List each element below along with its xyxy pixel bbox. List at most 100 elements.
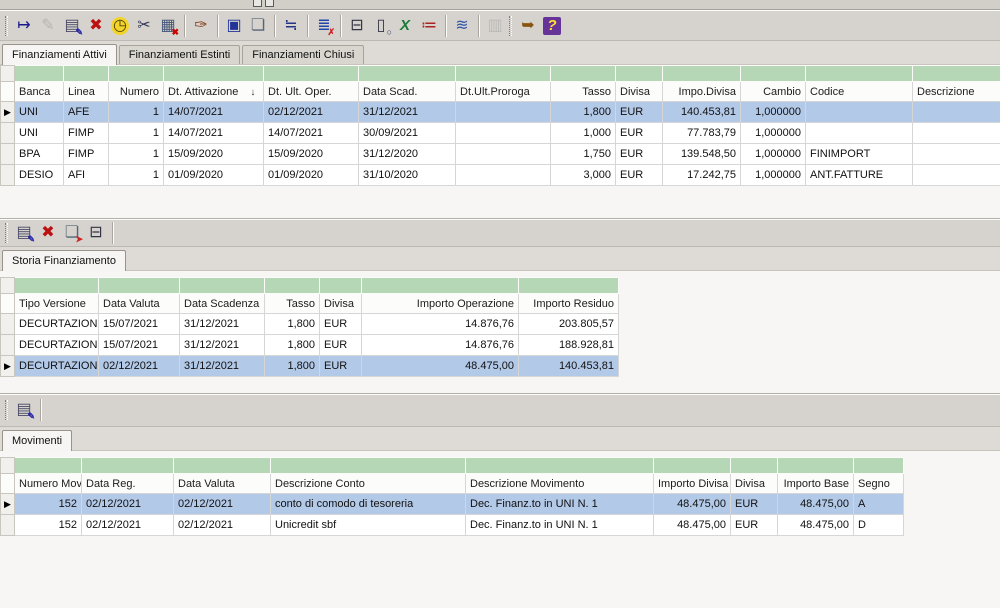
cell[interactable]: EUR (731, 515, 778, 536)
cell[interactable]: 3,000 (551, 165, 616, 186)
cell[interactable]: 01/09/2020 (264, 165, 359, 186)
grid-row[interactable]: BPAFIMP115/09/202015/09/202031/12/20201,… (1, 144, 1000, 165)
column-header[interactable]: Data Valuta (174, 474, 271, 494)
cell[interactable]: 77.783,79 (663, 123, 741, 144)
cell[interactable] (456, 123, 551, 144)
cell[interactable]: 1,000000 (741, 102, 806, 123)
print-icon[interactable]: ⊟ (345, 14, 369, 38)
row-selector[interactable] (1, 335, 15, 356)
cell[interactable]: 31/12/2021 (180, 356, 265, 377)
tab-finanziamenti-estinti[interactable]: Finanziamenti Estinti (119, 45, 241, 64)
grid-row[interactable]: DECURTAZIONE15/07/202131/12/20211,800EUR… (1, 314, 619, 335)
delete-record-icon[interactable]: ✖ (36, 221, 60, 245)
history-clock-icon[interactable]: ◷ (108, 14, 132, 38)
exit-door-icon[interactable]: ➥ (516, 14, 540, 38)
column-header[interactable]: Tasso (265, 294, 320, 314)
cell[interactable]: ANT.FATTURE (806, 165, 913, 186)
column-header[interactable]: Linea (64, 82, 109, 102)
column-header[interactable]: Divisa (731, 474, 778, 494)
cell[interactable]: 1 (109, 123, 164, 144)
column-header[interactable]: Divisa (616, 82, 663, 102)
column-header[interactable]: Dt. Attivazione↓ (164, 82, 264, 102)
cell[interactable]: EUR (616, 165, 663, 186)
row-selector[interactable]: ▶ (1, 494, 15, 515)
cell[interactable]: 1 (109, 144, 164, 165)
cell[interactable]: 139.548,50 (663, 144, 741, 165)
column-header[interactable]: Banca (15, 82, 64, 102)
grid-row[interactable]: UNIFIMP114/07/202114/07/202130/09/20211,… (1, 123, 1000, 144)
cell[interactable]: 1,800 (551, 102, 616, 123)
cell[interactable]: 15/07/2021 (99, 335, 180, 356)
cell[interactable]: EUR (731, 494, 778, 515)
cell[interactable]: 1,800 (265, 356, 320, 377)
cell[interactable]: 48.475,00 (778, 494, 854, 515)
cell[interactable]: 48.475,00 (654, 494, 731, 515)
cell[interactable]: 31/12/2021 (180, 314, 265, 335)
grid-row[interactable]: 15202/12/202102/12/2021Unicredit sbfDec.… (1, 515, 904, 536)
tab-movimenti[interactable]: Movimenti (2, 430, 72, 451)
cell[interactable]: 1,000000 (741, 165, 806, 186)
column-header[interactable]: Data Scadenza (180, 294, 265, 314)
column-header[interactable]: Importo Operazione (362, 294, 519, 314)
column-header[interactable]: Importo Divisa (654, 474, 731, 494)
column-header[interactable]: Divisa (320, 294, 362, 314)
cell[interactable]: 1,000 (551, 123, 616, 144)
cell[interactable]: 48.475,00 (362, 356, 519, 377)
column-header[interactable]: Descrizione Conto (271, 474, 466, 494)
cell[interactable]: 14.876,76 (362, 335, 519, 356)
cell[interactable]: 14.876,76 (362, 314, 519, 335)
column-header[interactable]: Dt. Ult. Oper. (264, 82, 359, 102)
cell[interactable]: 1 (109, 102, 164, 123)
cell[interactable]: EUR (616, 123, 663, 144)
cell[interactable]: D (854, 515, 904, 536)
cell[interactable]: EUR (320, 335, 362, 356)
cell[interactable]: EUR (616, 144, 663, 165)
grid-row[interactable]: ▶15202/12/202102/12/2021conto di comodo … (1, 494, 904, 515)
copy-icon[interactable]: ❏ (246, 14, 270, 38)
cell[interactable]: 15/07/2021 (99, 314, 180, 335)
cell[interactable]: EUR (616, 102, 663, 123)
delete-record-icon[interactable]: ✖ (84, 14, 108, 38)
print-icon[interactable]: ⊟ (84, 221, 108, 245)
column-header[interactable]: Importo Base (778, 474, 854, 494)
cell[interactable]: 48.475,00 (778, 515, 854, 536)
compare-icon[interactable]: ≒ (279, 14, 303, 38)
column-header[interactable]: Segno (854, 474, 904, 494)
cell[interactable]: UNI (15, 102, 64, 123)
column-header[interactable]: Data Reg. (82, 474, 174, 494)
cell[interactable] (806, 102, 913, 123)
restore-icon[interactable] (253, 0, 262, 7)
cell[interactable]: UNI (15, 123, 64, 144)
cell[interactable]: 14/07/2021 (164, 102, 264, 123)
tab-storia-finanziamento[interactable]: Storia Finanziamento (2, 250, 126, 271)
grid-row[interactable]: DECURTAZIONE15/07/202131/12/20211,800EUR… (1, 335, 619, 356)
cell[interactable]: 1,750 (551, 144, 616, 165)
column-header[interactable]: Tipo Versione (15, 294, 99, 314)
delete-grid-icon[interactable]: ▦✖ (156, 14, 180, 38)
grid-row[interactable]: ▶DECURTAZIONE02/12/202131/12/20211,800EU… (1, 356, 619, 377)
cell[interactable] (913, 123, 1000, 144)
column-header[interactable]: Descrizione Movimento (466, 474, 654, 494)
cell[interactable]: 31/12/2020 (359, 144, 456, 165)
row-selector[interactable] (1, 144, 15, 165)
column-header[interactable]: Tasso (551, 82, 616, 102)
row-selector[interactable]: ▶ (1, 356, 15, 377)
multiline-check-icon[interactable]: ≣✗ (312, 14, 336, 38)
cell[interactable]: AFI (64, 165, 109, 186)
print-preview-icon[interactable]: ▯○ (369, 14, 393, 38)
cell[interactable]: EUR (320, 356, 362, 377)
cell[interactable]: 15/09/2020 (164, 144, 264, 165)
column-header[interactable]: Cambio (741, 82, 806, 102)
cell[interactable]: EUR (320, 314, 362, 335)
cell[interactable]: 1,000000 (741, 144, 806, 165)
cell[interactable]: 1,000000 (741, 123, 806, 144)
cell[interactable]: 48.475,00 (654, 515, 731, 536)
maximize-icon[interactable] (265, 0, 274, 7)
row-selector[interactable] (1, 314, 15, 335)
cell[interactable] (456, 144, 551, 165)
cell[interactable]: 140.453,81 (663, 102, 741, 123)
import-document-icon[interactable]: ❏➤ (60, 221, 84, 245)
cell[interactable]: 02/12/2021 (82, 515, 174, 536)
cell[interactable] (806, 123, 913, 144)
database-icon[interactable]: ≋ (450, 14, 474, 38)
